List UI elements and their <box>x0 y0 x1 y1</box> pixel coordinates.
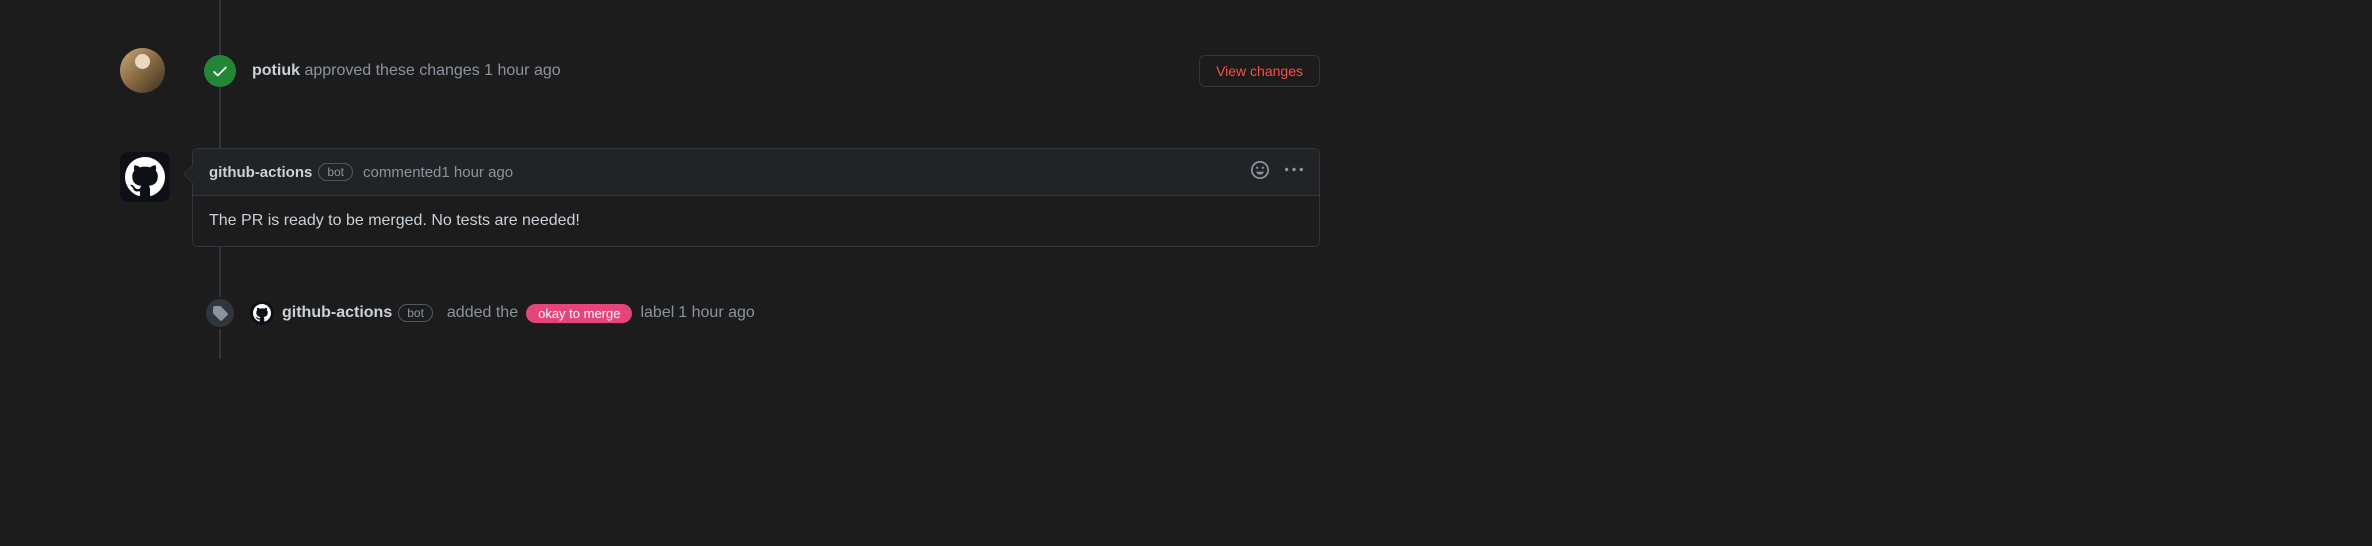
label-pill[interactable]: okay to merge <box>526 304 632 323</box>
comment-arrow <box>183 164 193 184</box>
comment-body: The PR is ready to be merged. No tests a… <box>193 196 1319 246</box>
timestamp[interactable]: 1 hour ago <box>441 164 513 181</box>
emoji-reaction-button[interactable] <box>1251 161 1269 183</box>
bot-badge: bot <box>398 304 433 322</box>
view-changes-button[interactable]: View changes <box>1199 55 1320 87</box>
bot-avatar[interactable] <box>120 152 170 202</box>
comment-box: github-actions bot commented 1 hour ago … <box>192 148 1320 247</box>
comment-header: github-actions bot commented 1 hour ago <box>193 149 1319 196</box>
tag-icon <box>204 297 236 329</box>
bot-badge: bot <box>318 163 353 181</box>
review-approval-item: potiuk approved these changes 1 hour ago… <box>120 30 1320 93</box>
author-link[interactable]: github-actions <box>209 164 312 181</box>
approval-text: potiuk approved these changes 1 hour ago <box>252 62 1199 80</box>
timestamp[interactable]: 1 hour ago <box>484 62 561 79</box>
timestamp[interactable]: 1 hour ago <box>678 304 755 322</box>
bot-avatar-small[interactable] <box>250 301 274 325</box>
kebab-menu-button[interactable] <box>1285 161 1303 183</box>
comment-item: github-actions bot commented 1 hour ago … <box>120 148 1320 247</box>
user-avatar[interactable] <box>120 48 165 93</box>
label-event-item: github-actions bot added the okay to mer… <box>120 297 1320 329</box>
author-link[interactable]: potiuk <box>252 62 300 79</box>
author-link[interactable]: github-actions <box>282 304 392 322</box>
check-icon <box>204 55 236 87</box>
